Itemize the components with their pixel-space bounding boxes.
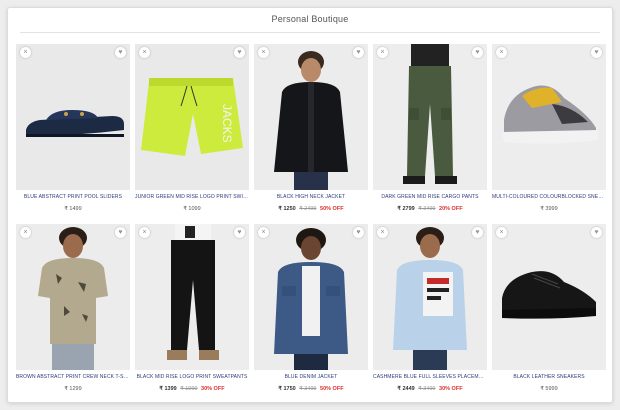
wishlist-heart-icon[interactable]: ♥ — [472, 227, 483, 238]
section-title: Personal Boutique — [271, 14, 349, 24]
wishlist-heart-icon[interactable]: ♥ — [591, 227, 602, 238]
product-image[interactable]: × ♥ — [373, 44, 487, 190]
personal-boutique-panel: Personal Boutique × ♥ BLUE ABSTRACT PRIN… — [7, 7, 613, 403]
product-card[interactable]: × ♥ BLUE ABSTRACT PRINT POOL SLIDERS ₹ 1… — [16, 44, 130, 214]
product-price: ₹ 5999 — [492, 386, 606, 392]
wishlist-heart-icon[interactable]: ♥ — [234, 227, 245, 238]
product-name[interactable]: BLACK HIGH NECK JACKET — [254, 194, 368, 200]
product-name[interactable]: BROWN ABSTRACT PRINT CREW NECK T-SHIRT — [16, 374, 130, 380]
product-card[interactable]: × ♥ BLACK LEATHER SNEAKERS ₹ 5999 — [492, 224, 606, 394]
leather-sneakers-image — [492, 224, 606, 370]
product-name[interactable]: MULTI-COLOURED COLOURBLOCKED SNEAKERS — [492, 194, 606, 200]
product-price: ₹ 1099 — [135, 206, 249, 212]
product-image[interactable]: × ♥ — [492, 224, 606, 370]
wishlist-heart-icon[interactable]: ♥ — [115, 47, 126, 58]
price-original: ₹ 2499 — [299, 206, 317, 212]
product-price: ₹ 2449 ₹ 3499 30% OFF — [373, 386, 487, 392]
discount-badge: 30% OFF — [201, 386, 225, 392]
wishlist-heart-icon[interactable]: ♥ — [353, 227, 364, 238]
price-current: ₹ 1499 — [64, 206, 82, 212]
title-divider — [20, 32, 600, 33]
product-image[interactable]: × ♥ — [135, 224, 249, 370]
wishlist-heart-icon[interactable]: ♥ — [115, 227, 126, 238]
product-price: ₹ 1250 ₹ 2499 50% OFF — [254, 206, 368, 212]
price-current: ₹ 1299 — [64, 386, 82, 392]
product-card[interactable]: × ♥ DARK GREEN MID RISE CARGO PANTS ₹ 27… — [373, 44, 487, 214]
discount-badge: 30% OFF — [439, 386, 463, 392]
remove-icon[interactable]: × — [258, 47, 269, 58]
price-current: ₹ 1250 — [278, 206, 296, 212]
discount-badge: 50% OFF — [320, 206, 344, 212]
remove-icon[interactable]: × — [20, 47, 31, 58]
product-price: ₹ 1499 — [16, 206, 130, 212]
product-image[interactable]: × ♥ — [254, 224, 368, 370]
remove-icon[interactable]: × — [139, 47, 150, 58]
slider-image — [16, 44, 130, 190]
tshirt-model-image — [16, 224, 130, 370]
product-name[interactable]: BLACK LEATHER SNEAKERS — [492, 374, 606, 380]
price-current: ₹ 5999 — [540, 386, 558, 392]
discount-badge: 20% OFF — [439, 206, 463, 212]
product-image[interactable]: × ♥ — [492, 44, 606, 190]
product-card[interactable]: JACKS × ♥ JUNIOR GREEN MID RISE LOGO PRI… — [135, 44, 249, 214]
product-image[interactable]: × ♥ — [373, 224, 487, 370]
price-current: ₹ 2449 — [397, 386, 415, 392]
wishlist-heart-icon[interactable]: ♥ — [472, 47, 483, 58]
product-card[interactable]: × ♥ BLUE DENIM JACKET ₹ 1750 ₹ 3499 50% … — [254, 224, 368, 394]
price-current: ₹ 3999 — [540, 206, 558, 212]
price-original: ₹ 3499 — [299, 386, 317, 392]
product-image[interactable]: × ♥ — [254, 44, 368, 190]
product-name[interactable]: CASHMERE BLUE FULL SLEEVES PLACEMENT PRI… — [373, 374, 487, 380]
price-current: ₹ 1399 — [159, 386, 177, 392]
price-current: ₹ 1750 — [278, 386, 296, 392]
price-original: ₹ 3499 — [418, 386, 436, 392]
svg-text:JACKS: JACKS — [220, 104, 234, 143]
product-name[interactable]: BLACK MID RISE LOGO PRINT SWEATPANTS — [135, 374, 249, 380]
product-price: ₹ 1399 ₹ 1999 30% OFF — [135, 386, 249, 392]
product-name[interactable]: BLUE DENIM JACKET — [254, 374, 368, 380]
remove-icon[interactable]: × — [20, 227, 31, 238]
product-card[interactable]: × ♥ BLACK HIGH NECK JACKET ₹ 1250 ₹ 2499… — [254, 44, 368, 214]
product-price: ₹ 1750 ₹ 3499 50% OFF — [254, 386, 368, 392]
wishlist-heart-icon[interactable]: ♥ — [234, 47, 245, 58]
product-image[interactable]: × ♥ — [16, 44, 130, 190]
swimshorts-image: JACKS — [135, 44, 249, 190]
remove-icon[interactable]: × — [139, 227, 150, 238]
product-name[interactable]: BLUE ABSTRACT PRINT POOL SLIDERS — [16, 194, 130, 200]
product-card[interactable]: × ♥ BROWN ABSTRACT PRINT CREW NECK T-SHI… — [16, 224, 130, 394]
product-card[interactable]: × ♥ CASHMERE BLUE FULL SLEEVES PLACEMENT… — [373, 224, 487, 394]
shirt-model-image — [373, 224, 487, 370]
product-card[interactable]: × ♥ BLACK MID RISE LOGO PRINT SWEATPANTS… — [135, 224, 249, 394]
wishlist-heart-icon[interactable]: ♥ — [591, 47, 602, 58]
product-price: ₹ 3999 — [492, 206, 606, 212]
product-name[interactable]: DARK GREEN MID RISE CARGO PANTS — [373, 194, 487, 200]
cargo-pants-model-image — [373, 44, 487, 190]
remove-icon[interactable]: × — [496, 47, 507, 58]
remove-icon[interactable]: × — [377, 227, 388, 238]
product-image[interactable]: JACKS × ♥ — [135, 44, 249, 190]
sweatpants-model-image — [135, 224, 249, 370]
wishlist-heart-icon[interactable]: ♥ — [353, 47, 364, 58]
discount-badge: 50% OFF — [320, 386, 344, 392]
product-name[interactable]: JUNIOR GREEN MID RISE LOGO PRINT SWIMSHO… — [135, 194, 249, 200]
product-card[interactable]: × ♥ MULTI-COLOURED COLOURBLOCKED SNEAKER… — [492, 44, 606, 214]
price-original: ₹ 3499 — [418, 206, 436, 212]
remove-icon[interactable]: × — [377, 47, 388, 58]
product-price: ₹ 2799 ₹ 3499 20% OFF — [373, 206, 487, 212]
price-current: ₹ 1099 — [183, 206, 201, 212]
price-current: ₹ 2799 — [397, 206, 415, 212]
denim-jacket-model-image — [254, 224, 368, 370]
price-original: ₹ 1999 — [180, 386, 198, 392]
sneakers-image — [492, 44, 606, 190]
product-price: ₹ 1299 — [16, 386, 130, 392]
jacket-model-image — [254, 44, 368, 190]
remove-icon[interactable]: × — [258, 227, 269, 238]
remove-icon[interactable]: × — [496, 227, 507, 238]
product-image[interactable]: × ♥ — [16, 224, 130, 370]
